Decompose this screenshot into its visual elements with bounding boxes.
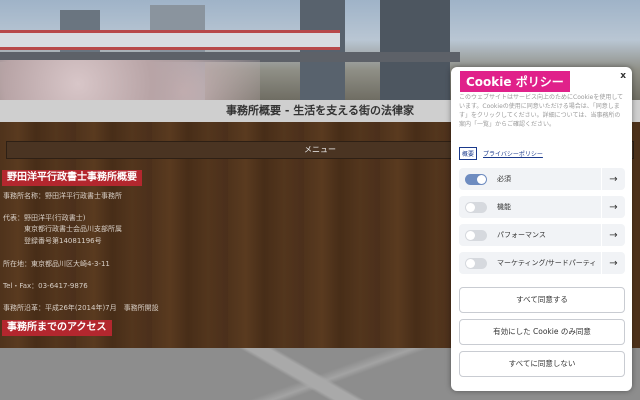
category-label: 機能 bbox=[497, 203, 511, 211]
summary-link[interactable]: 概要 bbox=[459, 147, 478, 160]
cookie-title: Cookie ポリシー bbox=[460, 71, 570, 92]
privacy-policy-link[interactable]: プライバシーポリシー bbox=[483, 149, 543, 158]
office-registration: 登録番号第14081196号 bbox=[24, 237, 102, 245]
arrow-right-icon[interactable]: → bbox=[601, 196, 625, 218]
arrow-right-icon[interactable]: → bbox=[601, 168, 625, 190]
office-association: 東京都行政書士会品川支部所属 bbox=[24, 225, 122, 233]
arrow-right-icon[interactable]: → bbox=[601, 252, 625, 274]
toggle-switch[interactable] bbox=[465, 229, 487, 241]
access-heading: 事務所までのアクセス bbox=[2, 320, 112, 336]
office-tel: Tel・Fax：03-6417-9876 bbox=[3, 282, 88, 290]
toggle-switch[interactable] bbox=[465, 257, 487, 269]
office-heading: 野田洋平行政書士事務所概要 bbox=[2, 170, 142, 186]
train bbox=[0, 30, 340, 50]
cookie-category-performance[interactable]: パフォーマンス → bbox=[459, 224, 625, 246]
building bbox=[300, 0, 345, 100]
arrow-right-icon[interactable]: → bbox=[601, 224, 625, 246]
cookie-description: このウェブサイトはサービス向上のためにCookieを使用しています。Cookie… bbox=[459, 94, 624, 128]
building bbox=[380, 0, 450, 100]
category-label: 必須 bbox=[497, 175, 511, 183]
office-name: 事務所名称：野田洋平行政書士事務所 bbox=[3, 192, 122, 200]
cherry-trees bbox=[0, 60, 260, 100]
category-label: パフォーマンス bbox=[497, 231, 546, 239]
cookie-category-functional[interactable]: 機能 → bbox=[459, 196, 625, 218]
toggle-switch[interactable] bbox=[465, 201, 487, 213]
toggle-switch[interactable] bbox=[465, 173, 487, 185]
office-history: 事務所沿革：平成26年(2014年)7月 事務所開設 bbox=[3, 304, 159, 312]
close-icon[interactable]: x bbox=[620, 71, 626, 81]
cookie-consent-panel: x Cookie ポリシー このウェブサイトはサービス向上のためにCookieを… bbox=[451, 67, 632, 391]
office-rep: 代表：野田洋平(行政書士) bbox=[3, 214, 86, 222]
office-address: 所在地：東京都品川区大崎4-3-11 bbox=[3, 260, 110, 268]
accept-all-button[interactable]: すべて同意する bbox=[459, 287, 625, 313]
cookie-category-marketing[interactable]: マーケティング/サードパーティ → bbox=[459, 252, 625, 274]
cookie-category-required[interactable]: 必須 → bbox=[459, 168, 625, 190]
accept-selected-button[interactable]: 有効にした Cookie のみ同意 bbox=[459, 319, 625, 345]
reject-all-button[interactable]: すべてに同意しない bbox=[459, 351, 625, 377]
category-label: マーケティング/サードパーティ bbox=[497, 259, 597, 267]
